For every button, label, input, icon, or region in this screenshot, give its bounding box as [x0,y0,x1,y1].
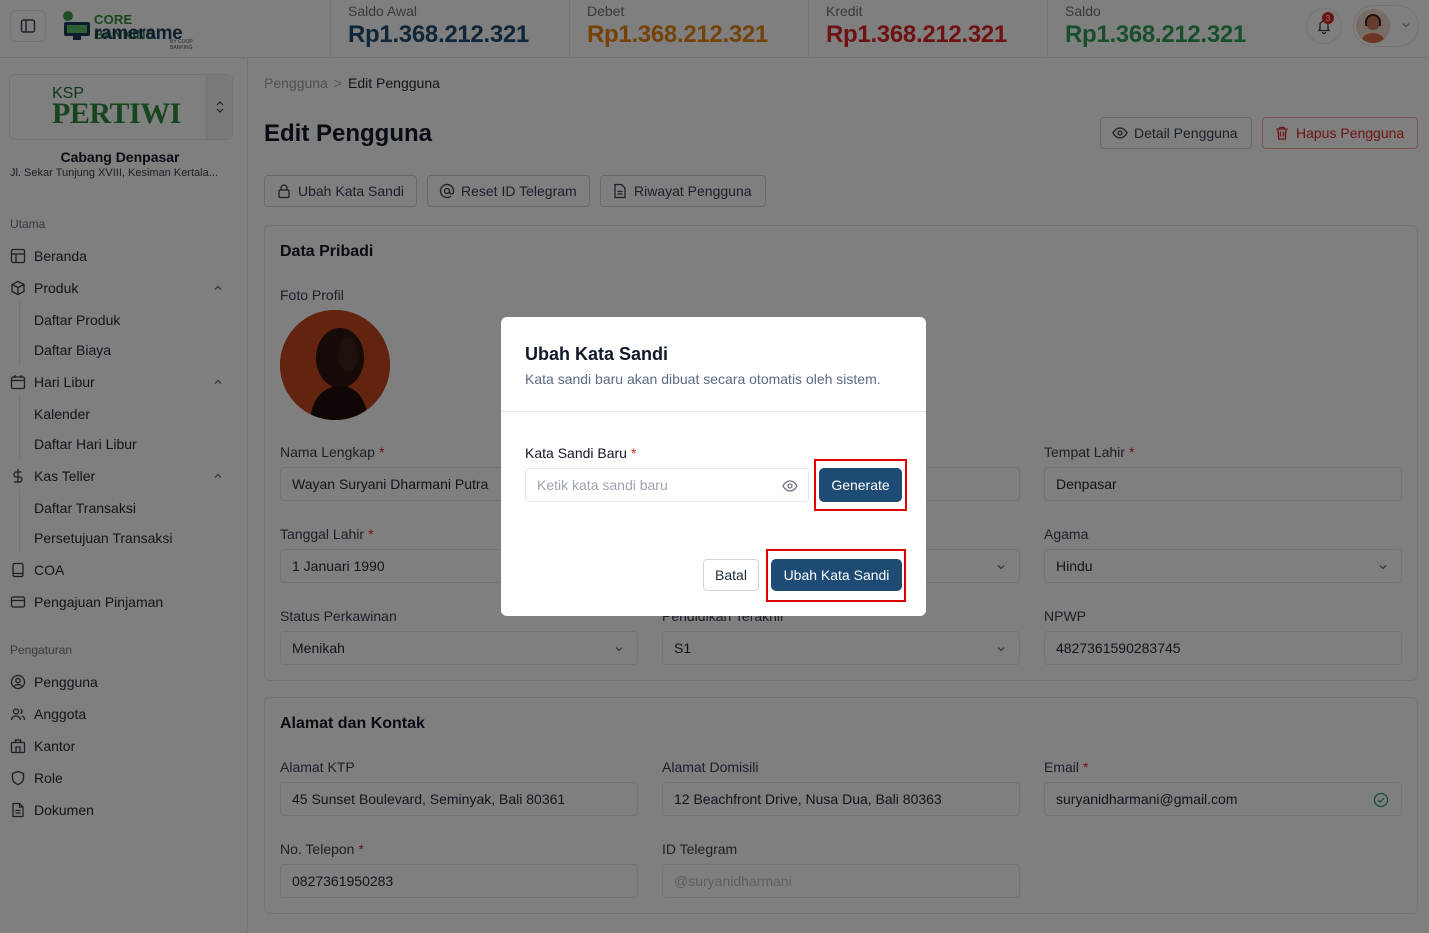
new-password-input[interactable]: Ketik kata sandi baru [525,468,809,502]
dialog-title: Ubah Kata Sandi [525,344,669,364]
submit-highlight-box [766,549,906,602]
dialog-divider [501,411,926,412]
password-placeholder: Ketik kata sandi baru [537,477,668,493]
new-password-label: Kata Sandi Baru * [525,445,637,461]
generate-highlight-box [814,459,907,511]
cancel-button[interactable]: Batal [703,559,759,591]
change-password-dialog: Ubah Kata Sandi Kata sandi baru akan dib… [501,317,926,616]
dialog-description: Kata sandi baru akan dibuat secara otoma… [525,371,881,387]
eye-icon[interactable] [782,478,798,494]
